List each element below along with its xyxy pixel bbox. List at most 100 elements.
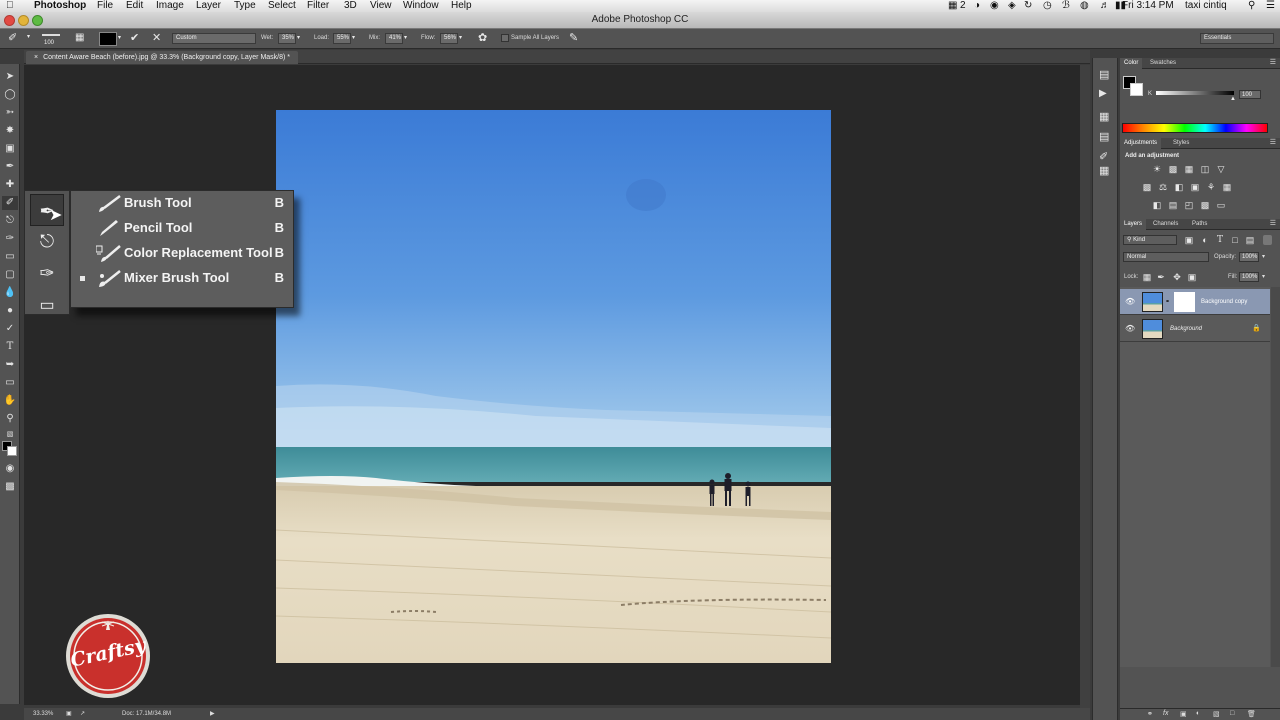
lock-position-icon[interactable]: ✥	[1172, 272, 1182, 282]
panel-menu-icon[interactable]: ☰	[1270, 219, 1276, 227]
clone-stamp-tool-icon[interactable]: ⎋	[2, 214, 18, 228]
opacity-field[interactable]: 100%	[1239, 252, 1259, 262]
current-color-swatch[interactable]	[99, 32, 117, 46]
new-adjustment-layer-icon[interactable]: ◐	[1196, 710, 1200, 717]
history-brush-tool-icon[interactable]: ✑	[2, 232, 18, 246]
exposure-icon[interactable]: ◫	[1200, 164, 1210, 174]
canvas-vertical-scrollbar[interactable]	[1080, 65, 1090, 708]
gradient-tool-icon[interactable]: ▢	[2, 268, 18, 282]
mixer-brush-tool-preset-icon[interactable]: ✐	[8, 31, 17, 44]
clone-stamp-tool-icon[interactable]: ⎋	[33, 231, 61, 255]
menu-item-mixer-brush-tool[interactable]: Mixer Brush Tool B	[71, 266, 293, 291]
bluetooth-icon[interactable]: ℬ	[1062, 0, 1070, 12]
default-colors-icon[interactable]: ▧	[2, 428, 18, 442]
load-field[interactable]: 55%	[333, 33, 351, 44]
k-slider-value[interactable]: 100	[1239, 90, 1261, 99]
panel-menu-icon[interactable]: ☰	[1270, 58, 1276, 66]
layer-row-background[interactable]: 👁 Background 🔒	[1120, 316, 1270, 342]
dropdown-arrow-icon[interactable]: ▾	[459, 34, 462, 41]
tab-channels[interactable]: Channels	[1149, 219, 1182, 230]
brush-presets-panel-icon[interactable]: ✐	[1099, 150, 1108, 163]
shape-tool-icon[interactable]: ▭	[2, 376, 18, 390]
add-mask-icon[interactable]: ▣	[1180, 710, 1187, 718]
dodge-tool-icon[interactable]: ●	[2, 304, 18, 318]
dropdown-arrow-icon[interactable]: ▾	[297, 34, 300, 41]
brush-panel-toggle-icon[interactable]: ▦	[75, 32, 84, 43]
color-spectrum-bar[interactable]	[1122, 123, 1268, 133]
zoom-level[interactable]: 33.33%	[33, 708, 53, 720]
visibility-eye-icon[interactable]: 👁	[1125, 324, 1135, 333]
path-selection-tool-icon[interactable]: ➥	[2, 358, 18, 372]
vibrance-icon[interactable]: ▽	[1216, 164, 1226, 174]
lock-all-icon[interactable]: ▣	[1187, 272, 1197, 282]
apple-menu-icon[interactable]: 	[6, 0, 14, 12]
dropdown-arrow-icon[interactable]: ▾	[118, 34, 121, 41]
menu-image[interactable]: Image	[156, 0, 184, 12]
flow-field[interactable]: 56%	[440, 33, 458, 44]
link-layers-icon[interactable]: ⚭	[1147, 710, 1153, 718]
levels-icon[interactable]: ▩	[1168, 164, 1178, 174]
volume-icon[interactable]: ♬	[1100, 0, 1110, 12]
blur-tool-icon[interactable]: 💧	[2, 286, 18, 300]
menu-type[interactable]: Type	[234, 0, 256, 12]
mix-field[interactable]: 41%	[385, 33, 403, 44]
menubar-status-icon[interactable]: ◉	[990, 0, 999, 12]
history-brush-tool-icon[interactable]: ✑	[33, 263, 61, 287]
close-tab-icon[interactable]: ×	[34, 54, 38, 61]
status-menu-arrow-icon[interactable]: ▶	[210, 708, 215, 720]
document-image[interactable]	[276, 110, 831, 663]
hue-saturation-icon[interactable]: ▩	[1142, 182, 1152, 192]
fill-field[interactable]: 100%	[1239, 272, 1259, 282]
brightness-contrast-icon[interactable]: ☀	[1152, 164, 1162, 174]
wet-field[interactable]: 35%	[278, 33, 296, 44]
new-layer-icon[interactable]: □	[1230, 710, 1234, 717]
menu-layer[interactable]: Layer	[196, 0, 221, 12]
menubar-status-icon[interactable]: ◑	[974, 0, 980, 12]
menu-view[interactable]: View	[370, 0, 392, 12]
menubar-status-icon[interactable]: ◈	[1008, 0, 1016, 12]
channel-mixer-icon[interactable]: ⚘	[1206, 182, 1216, 192]
photo-filter-icon[interactable]: ▣	[1190, 182, 1200, 192]
layer-mask-thumbnail[interactable]	[1174, 292, 1195, 312]
menu-3d[interactable]: 3D	[344, 0, 357, 12]
background-color-swatch[interactable]	[7, 446, 17, 456]
dropdown-arrow-icon[interactable]: ▾	[404, 34, 407, 41]
menubar-user[interactable]: taxi cintiq	[1185, 0, 1227, 12]
color-balance-icon[interactable]: ⚖	[1158, 182, 1168, 192]
menu-window[interactable]: Window	[403, 0, 439, 12]
mask-link-icon[interactable]: ⚭	[1165, 298, 1170, 305]
tab-swatches[interactable]: Swatches	[1146, 58, 1180, 69]
spotlight-search-icon[interactable]: ⚲	[1248, 0, 1255, 12]
eyedropper-tool-icon[interactable]: ✒	[2, 160, 18, 174]
actions-panel-icon[interactable]: ▶	[1099, 88, 1107, 99]
notifications-icon[interactable]: ☰	[1266, 0, 1275, 12]
filter-smart-objects-icon[interactable]: ▤	[1245, 235, 1255, 245]
adobe-icon[interactable]: ▦	[948, 0, 957, 12]
delete-layer-icon[interactable]: 🗑	[1247, 710, 1256, 718]
curves-icon[interactable]: ▦	[1184, 164, 1194, 174]
layer-name[interactable]: Background copy	[1201, 299, 1247, 305]
panel-menu-icon[interactable]: ☰	[1270, 138, 1276, 146]
filter-toggle-switch[interactable]	[1263, 235, 1272, 245]
color-background-swatch[interactable]	[1130, 83, 1143, 96]
layer-name[interactable]: Background	[1170, 326, 1202, 332]
info-panel-icon[interactable]: ▦	[1099, 110, 1109, 123]
tab-color[interactable]: Color	[1120, 58, 1143, 69]
marquee-tool-icon[interactable]: ◯	[2, 88, 18, 102]
status-info-icon[interactable]: ▣	[66, 708, 72, 720]
wifi-icon[interactable]: ◍	[1080, 0, 1089, 12]
tab-layers[interactable]: Layers	[1120, 219, 1147, 230]
lock-image-pixels-icon[interactable]: ✒	[1156, 272, 1166, 282]
menu-edit[interactable]: Edit	[126, 0, 143, 12]
dropdown-arrow-icon[interactable]: ▾	[1262, 253, 1265, 260]
quick-selection-tool-icon[interactable]: ✸	[2, 124, 18, 138]
black-white-icon[interactable]: ◧	[1174, 182, 1184, 192]
pen-tool-icon[interactable]: ✓	[2, 322, 18, 336]
screen-mode-icon[interactable]: ▩	[2, 480, 18, 494]
menu-filter[interactable]: Filter	[307, 0, 329, 12]
status-share-icon[interactable]: ↗	[80, 708, 85, 720]
menu-select[interactable]: Select	[268, 0, 296, 12]
eraser-tool-icon[interactable]: ▭	[33, 295, 61, 314]
menu-help[interactable]: Help	[451, 0, 472, 12]
clock-icon[interactable]: ◷	[1043, 0, 1052, 12]
